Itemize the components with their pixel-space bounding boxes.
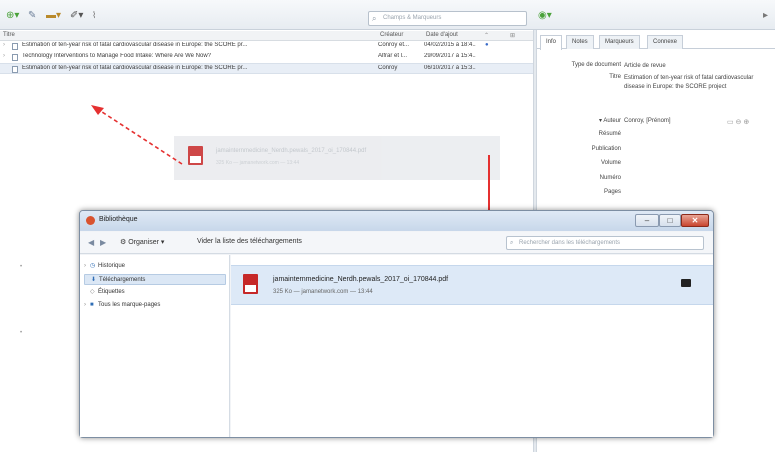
organize-label: Organiser (128, 239, 159, 246)
table-row-selected[interactable]: Estimation of ten-year risk of fatal car… (0, 63, 533, 74)
field-label-issue: Numéro (599, 175, 621, 181)
tab-related[interactable]: Connexe (647, 35, 684, 49)
item-creator: Alfrar et l... (378, 53, 408, 59)
firefox-icon (86, 216, 95, 225)
column-sort-icon[interactable]: ⌃ (484, 32, 489, 39)
field-value-title[interactable]: Estimation of ten-year risk of fatal car… (624, 74, 772, 92)
annotation-arrow-icon (91, 105, 183, 165)
sidebar-item-label: Tous les marque-pages (98, 302, 161, 308)
search-icon: ⌕ (372, 14, 377, 23)
clock-icon: ◷ (90, 263, 96, 269)
link-icon[interactable]: ⌇ (92, 9, 96, 22)
sidebar-item-history[interactable]: › ◷ Historique (84, 261, 226, 272)
author-buttons[interactable]: ▭ ⊖ ⊕ (727, 118, 749, 126)
open-folder-icon[interactable] (681, 279, 691, 287)
sidebar-item-label: Téléchargements (99, 277, 146, 283)
field-label-publication: Publication (591, 146, 621, 152)
bookmarks-icon: ■ (90, 302, 94, 308)
library-title: Bibliothèque (99, 216, 138, 223)
tab-info[interactable]: Info (540, 35, 563, 50)
journal-article-icon (12, 54, 18, 61)
search-placeholder: Champs & Marqueurs (383, 15, 442, 21)
drag-ghost-filename: jamainternmedicine_Nerdh.pewals_2017_oi_… (216, 148, 367, 154)
tag-icon: ◇ (90, 289, 95, 295)
sidebar-item-downloads[interactable]: ⬇ Téléchargements (84, 274, 226, 285)
column-title[interactable]: Titre (3, 32, 15, 38)
sidebar-item-tags[interactable]: ◇ Étiquettes (84, 287, 226, 298)
downloads-list: jamainternmedicine_Nerdh.pewals_2017_oi_… (231, 255, 713, 437)
item-creator: Conroy et... (378, 42, 410, 48)
add-by-identifier-icon[interactable]: ✎ (28, 9, 36, 22)
library-toolbar: ◀ ▶ ⚙ Organiser ▾ Vider la liste des tél… (80, 232, 713, 254)
field-label-pages: Pages (603, 189, 621, 195)
drag-ghost: jamainternmedicine_Nerdh.pewals_2017_oi_… (174, 136, 500, 180)
column-date-added[interactable]: Date d'ajout (426, 32, 458, 38)
tab-notes[interactable]: Notes (566, 35, 594, 49)
item-tabs: Info Notes Marqueurs Connexe (537, 35, 775, 50)
item-title: Estimation of ten-year risk of fatal car… (22, 42, 248, 48)
item-creator: Conroy (378, 65, 398, 71)
field-label-title: Titre (609, 74, 621, 80)
author-label-text: Auteur (603, 118, 621, 124)
field-value-type[interactable]: Article de revue (624, 62, 772, 71)
pdf-file-icon (188, 146, 203, 165)
scroll-marker-icon: • (20, 264, 23, 270)
note-icon[interactable]: ✐▾ (70, 9, 83, 22)
twisty-icon[interactable]: › (3, 42, 5, 48)
scroll-marker-icon: • (20, 330, 23, 336)
item-date: 04/02/2015 à 18:4... (424, 42, 476, 48)
field-value-author[interactable]: Conroy, [Prénom] (624, 117, 772, 126)
column-creator[interactable]: Créateur (380, 32, 403, 38)
field-label-volume: Volume (600, 160, 621, 166)
downloads-search-placeholder: Rechercher dans les téléchargements (519, 240, 621, 246)
drag-ghost-meta: 325 Ko — jamanetwork.com — 13:44 (216, 160, 300, 166)
downloads-search-input[interactable]: ⌕ Rechercher dans les téléchargements (506, 236, 704, 250)
item-date: 29/09/2017 à 15:4... (424, 53, 476, 59)
download-filename: jamainternmedicine_Nerdh.pewals_2017_oi_… (273, 276, 449, 283)
sidebar-item-label: Étiquettes (98, 289, 125, 295)
sync-icon[interactable]: ◉▾ (538, 9, 552, 22)
search-input[interactable]: ⌕ Champs & Marqueurs (368, 11, 527, 26)
item-title: Estimation of ten-year risk of fatal car… (22, 65, 248, 71)
close-button[interactable]: ✕ (681, 214, 709, 227)
field-label-type: Type de document (571, 62, 621, 68)
download-icon: ⬇ (91, 277, 97, 283)
library-window: Bibliothèque – □ ✕ ◀ ▶ ⚙ Organiser ▾ Vid… (79, 210, 714, 438)
maximize-button[interactable]: □ (659, 214, 681, 227)
download-meta: 325 Ko — jamanetwork.com — 13:44 (273, 289, 373, 295)
organize-button[interactable]: ⚙ Organiser ▾ (120, 238, 164, 246)
journal-article-icon (12, 66, 18, 73)
back-icon[interactable]: ◀ (88, 238, 94, 247)
field-label-author: ▾ Auteur (598, 118, 621, 124)
table-row[interactable]: › Technology Interventions to Manage Foo… (0, 52, 533, 63)
locate-icon[interactable]: ▸ (763, 9, 768, 22)
item-title: Technology Interventions to Manage Food … (22, 53, 211, 59)
library-titlebar[interactable]: Bibliothèque – □ ✕ (80, 211, 713, 231)
item-date: 06/10/2017 à 15:3... (424, 65, 476, 71)
items-list: › Estimation of ten-year risk of fatal c… (0, 41, 533, 74)
sidebar-item-all-bookmarks[interactable]: › ■ Tous les marque-pages (84, 300, 226, 311)
table-row[interactable]: › Estimation of ten-year risk of fatal c… (0, 41, 533, 52)
new-item-icon[interactable]: ⊕▾ (6, 9, 19, 22)
attachment-dot-icon: ● (485, 42, 489, 48)
journal-article-icon (12, 43, 18, 50)
forward-icon[interactable]: ▶ (100, 238, 106, 247)
main-toolbar: ⊕▾ ✎ ▬▾ ✐▾ ⌇ ⌕ Champs & Marqueurs ◉▾ ▸ (0, 0, 775, 30)
pdf-file-icon[interactable] (243, 274, 258, 294)
search-icon: ⌕ (510, 240, 514, 246)
twisty-icon[interactable]: › (3, 53, 5, 59)
items-column-header: Titre Créateur Date d'ajout ⌃ ⊞ (0, 31, 533, 41)
download-item[interactable]: jamainternmedicine_Nerdh.pewals_2017_oi_… (231, 265, 713, 305)
column-picker-icon[interactable]: ⊞ (510, 32, 515, 39)
tab-tags[interactable]: Marqueurs (599, 35, 640, 49)
minimize-button[interactable]: – (635, 214, 659, 227)
field-label-abstract: Résumé (598, 131, 621, 137)
attach-icon[interactable]: ▬▾ (46, 9, 61, 22)
library-sidebar: › ◷ Historique ⬇ Téléchargements ◇ Étiquette… (80, 255, 230, 437)
clear-downloads-button[interactable]: Vider la liste des téléchargements (197, 238, 302, 245)
sidebar-item-label: Historique (98, 263, 126, 269)
